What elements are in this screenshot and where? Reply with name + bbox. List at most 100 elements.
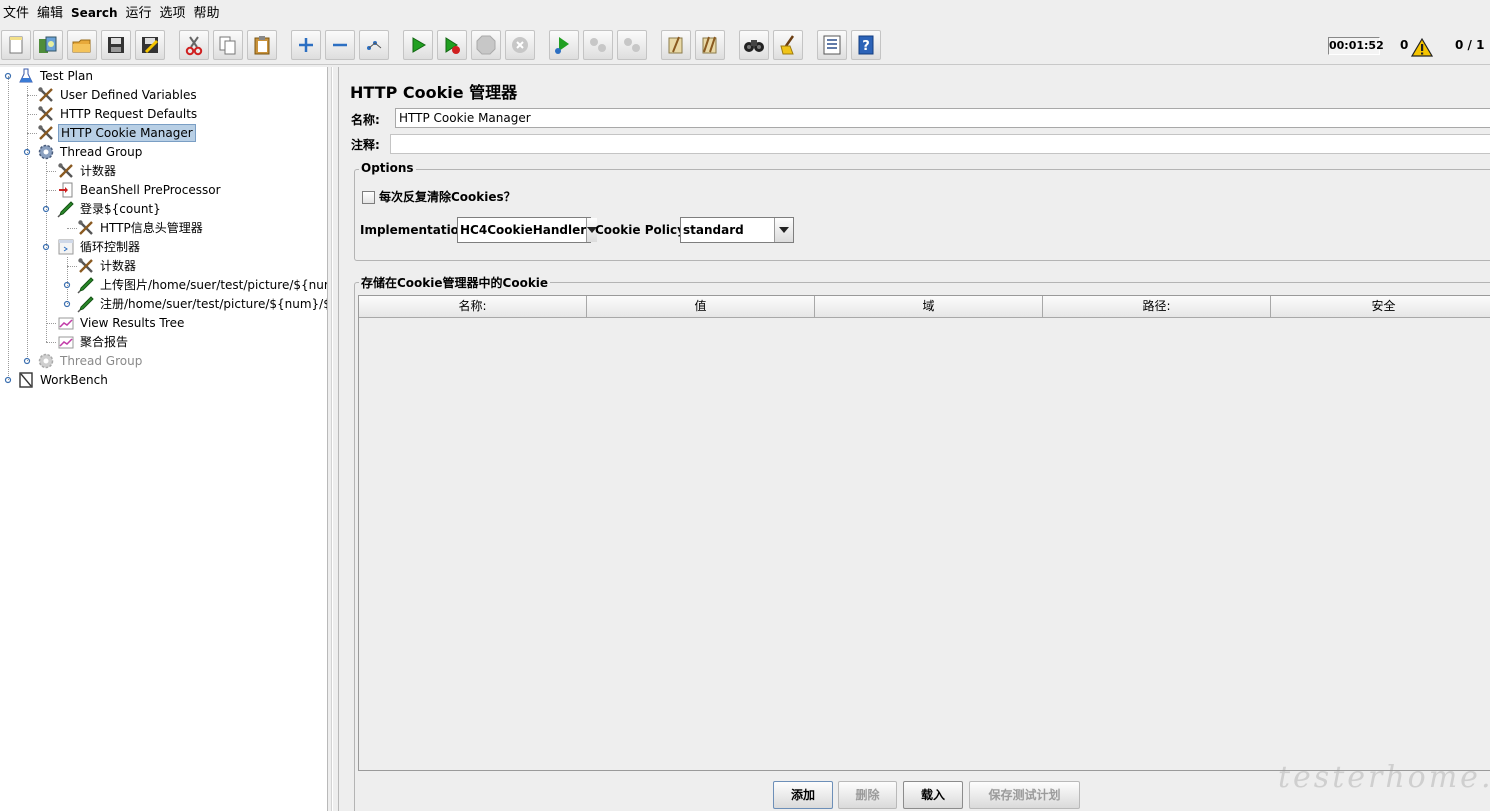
- clear-button[interactable]: [661, 30, 691, 60]
- save-button[interactable]: [101, 30, 131, 60]
- split-pane-divider[interactable]: [328, 67, 338, 811]
- tree-node-label: HTTP Request Defaults: [60, 107, 198, 121]
- templates-icon: [37, 34, 59, 56]
- tree-node-loop-controller[interactable]: 循环控制器: [57, 238, 142, 256]
- cookie-policy-label: Cookie Policy:: [595, 223, 690, 237]
- gear-icon: [37, 352, 55, 370]
- start-button[interactable]: [403, 30, 433, 60]
- config-wrench-icon: [37, 105, 55, 123]
- comment-field[interactable]: [390, 134, 1490, 154]
- column-header-name[interactable]: 名称:: [359, 296, 587, 318]
- tree-node-label: 聚合报告: [80, 335, 129, 349]
- templates-button[interactable]: [33, 30, 63, 60]
- tree-line: [67, 266, 77, 267]
- tree-node-workbench[interactable]: WorkBench: [17, 371, 110, 389]
- tree-node-label: 循环控制器: [80, 240, 141, 254]
- tree-node-beanshell-preprocessor[interactable]: BeanShell PreProcessor: [57, 181, 223, 199]
- column-header-value[interactable]: 值: [587, 296, 815, 318]
- tree-line: [27, 133, 37, 134]
- expand-handle[interactable]: [23, 357, 31, 365]
- options-group: Options 每次反复清除Cookies？ Implementation: H…: [354, 161, 1490, 261]
- expand-handle[interactable]: [4, 72, 12, 80]
- cut-button[interactable]: [179, 30, 209, 60]
- expand-handle[interactable]: [63, 281, 71, 289]
- copy-icon: [217, 34, 239, 56]
- tree-node-aggregate-report[interactable]: 聚合报告: [57, 333, 130, 351]
- remote-start-button[interactable]: [549, 30, 579, 60]
- tree-line: [27, 95, 37, 96]
- remote-stop-button[interactable]: [583, 30, 613, 60]
- tree-node-upload-sampler[interactable]: 上传图片/home/suer/test/picture/${num}/${: [77, 276, 327, 294]
- tree-node-user-defined-variables[interactable]: User Defined Variables: [37, 86, 199, 104]
- help-button[interactable]: ?: [851, 30, 881, 60]
- function-helper-icon: [821, 34, 843, 56]
- save-as-button[interactable]: [135, 30, 165, 60]
- expand-handle[interactable]: [63, 300, 71, 308]
- implementation-select[interactable]: HC4CookieHandler: [457, 217, 598, 243]
- sampler-pipette-icon: [77, 295, 95, 313]
- expand-handle[interactable]: [42, 243, 50, 251]
- menu-search[interactable]: Search: [70, 0, 124, 27]
- tree-line: [46, 171, 56, 172]
- function-helper-button[interactable]: [817, 30, 847, 60]
- tree-node-test-plan[interactable]: Test Plan: [17, 67, 95, 85]
- cut-icon: [183, 34, 205, 56]
- tree-node-http-request-defaults[interactable]: HTTP Request Defaults: [37, 105, 199, 123]
- elapsed-time: 00:01:52: [1328, 37, 1384, 55]
- open-button[interactable]: [67, 30, 97, 60]
- menu-file[interactable]: 文件: [2, 0, 36, 27]
- toggle-button[interactable]: [359, 30, 389, 60]
- collapse-button[interactable]: [325, 30, 355, 60]
- error-count: 0: [1400, 38, 1409, 52]
- tree-node-header-manager[interactable]: HTTP信息头管理器: [77, 219, 205, 237]
- column-header-secure[interactable]: 安全: [1271, 296, 1490, 318]
- expand-handle[interactable]: [42, 205, 50, 213]
- expand-handle[interactable]: [23, 148, 31, 156]
- tree-node-thread-group-disabled[interactable]: Thread Group: [37, 352, 144, 370]
- tree-node-thread-group[interactable]: Thread Group: [37, 143, 144, 161]
- paste-button[interactable]: [247, 30, 277, 60]
- add-button[interactable]: 添加: [773, 781, 833, 809]
- stop-button[interactable]: [471, 30, 501, 60]
- reset-search-button[interactable]: [773, 30, 803, 60]
- page-title: HTTP Cookie 管理器: [350, 83, 518, 102]
- menu-edit[interactable]: 编辑: [36, 0, 70, 27]
- copy-button[interactable]: [213, 30, 243, 60]
- column-header-path[interactable]: 路径:: [1043, 296, 1271, 318]
- shutdown-button[interactable]: [505, 30, 535, 60]
- name-field[interactable]: HTTP Cookie Manager: [395, 108, 1490, 128]
- expand-handle[interactable]: [4, 376, 12, 384]
- tree-node-counter[interactable]: 计数器: [57, 162, 118, 180]
- tree-node-label: Test Plan: [40, 69, 93, 83]
- tree-line: [46, 323, 56, 324]
- config-wrench-icon: [77, 219, 95, 237]
- search-button[interactable]: [739, 30, 769, 60]
- tree-node-label: Thread Group: [60, 145, 143, 159]
- tree-node-view-results-tree[interactable]: View Results Tree: [57, 314, 186, 332]
- tree-node-login-sampler[interactable]: 登录${count}: [57, 200, 163, 218]
- tree-node-register-sampler[interactable]: 注册/home/suer/test/picture/${num}/${pic}: [77, 295, 327, 313]
- cookies-table[interactable]: 名称: 值 域 路径: 安全: [358, 295, 1490, 771]
- start-no-pause-button[interactable]: [437, 30, 467, 60]
- remote-exit-button[interactable]: [617, 30, 647, 60]
- clear-all-button[interactable]: [695, 30, 725, 60]
- delete-button[interactable]: 删除: [838, 781, 897, 809]
- expand-button[interactable]: [291, 30, 321, 60]
- menu-help[interactable]: 帮助: [193, 0, 227, 27]
- clear-icon: [665, 34, 687, 56]
- menu-run[interactable]: 运行: [124, 0, 158, 27]
- column-header-domain[interactable]: 域: [815, 296, 1043, 318]
- remote-start-icon: [553, 34, 575, 56]
- load-button[interactable]: 载入: [903, 781, 963, 809]
- start-icon: [408, 35, 428, 55]
- tree-node-counter-2[interactable]: 计数器: [77, 257, 138, 275]
- tree-node-label: 计数器: [100, 259, 137, 273]
- cookie-policy-select[interactable]: standard: [680, 217, 794, 243]
- new-button[interactable]: [1, 30, 31, 60]
- clear-each-iteration-checkbox[interactable]: [362, 191, 375, 204]
- warning-icon[interactable]: [1410, 37, 1434, 60]
- menu-options[interactable]: 选项: [159, 0, 193, 27]
- save-test-plan-button[interactable]: 保存测试计划: [969, 781, 1080, 809]
- tree-node-http-cookie-manager[interactable]: HTTP Cookie Manager: [37, 124, 196, 142]
- help-icon: ?: [855, 34, 877, 56]
